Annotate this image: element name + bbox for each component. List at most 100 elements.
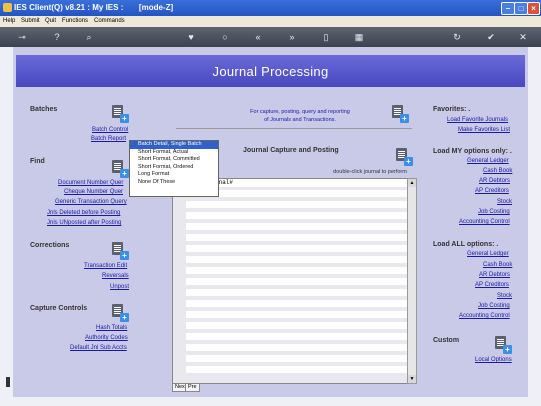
page-title: Journal Processing — [212, 64, 329, 79]
close-button[interactable]: × — [527, 2, 540, 15]
capture-title: Capture Controls — [30, 305, 88, 312]
my-link-6[interactable]: Job Costing — [478, 209, 510, 215]
table-row[interactable] — [186, 333, 408, 340]
circle-icon[interactable]: ○ — [218, 31, 232, 43]
check-icon[interactable]: ✔ — [484, 31, 498, 43]
menu-functions[interactable]: Functions — [62, 18, 88, 24]
dropdown-item[interactable]: None Of These — [130, 179, 218, 187]
search-icon[interactable]: ⌕ — [82, 31, 96, 43]
minimize-button[interactable]: – — [501, 2, 515, 15]
table-row[interactable] — [186, 190, 408, 197]
favorites-title: Favorites: . — [433, 106, 471, 113]
all-link-5[interactable]: Stock — [497, 293, 512, 299]
batches-icon[interactable]: + — [112, 105, 129, 123]
menu-commands[interactable]: Commands — [94, 18, 125, 24]
table-row[interactable] — [186, 223, 408, 230]
all-link-4[interactable]: AP Creditors — [475, 282, 509, 288]
menu-help[interactable]: Help — [3, 18, 15, 24]
favorites-link-1[interactable]: Load Favorite Journals — [447, 117, 508, 123]
close-icon[interactable]: ✕ — [516, 31, 530, 43]
table-row[interactable] — [186, 311, 408, 318]
batch-report-link[interactable]: Batch Report — [91, 136, 126, 142]
find-link-1[interactable]: Document Number Quer — [58, 180, 123, 186]
document-icon[interactable]: ▯ — [319, 31, 333, 43]
my-link-2[interactable]: Cash Book — [483, 168, 512, 174]
info-icon[interactable]: + — [392, 105, 409, 123]
title-bar: IES Client(Q) v8.21 : My IES : [mode-Z] … — [0, 0, 541, 16]
table-row[interactable] — [186, 212, 408, 219]
corrections-title: Corrections — [30, 242, 70, 249]
grid-icon[interactable]: ▦ — [352, 31, 366, 43]
table-row[interactable] — [186, 300, 408, 307]
all-link-2[interactable]: Cash Book — [483, 262, 512, 268]
find-link-5[interactable]: Jnls UNposted after Posting — [47, 220, 121, 226]
capture-icon[interactable]: + — [112, 304, 129, 322]
table-row[interactable] — [186, 322, 408, 329]
all-link-6[interactable]: Job Costing — [478, 303, 510, 309]
table-row[interactable] — [186, 245, 408, 252]
prev-page-button[interactable]: Pre — [185, 383, 200, 392]
batch-report-dropdown[interactable]: Batch Detail, Single Batch Short Format,… — [129, 140, 219, 197]
table-row[interactable] — [186, 278, 408, 285]
corrections-link-2[interactable]: Reversals — [102, 273, 129, 279]
info-line-2: of Journals and Transactions. — [264, 117, 336, 123]
table-row[interactable] — [186, 366, 408, 373]
find-icon[interactable]: + — [112, 160, 129, 178]
custom-icon[interactable]: + — [495, 336, 512, 354]
all-link-1[interactable]: General Ledger — [467, 251, 509, 257]
table-row[interactable] — [186, 355, 408, 362]
scroll-down-icon[interactable]: ▼ — [408, 375, 416, 383]
menu-submit[interactable]: Submit — [21, 18, 40, 24]
corrections-link-3[interactable]: Unpost — [110, 284, 129, 290]
find-link-2[interactable]: Cheque Number Quer — [64, 189, 123, 195]
info-line-1: For capture, posting, query and reportin… — [250, 109, 350, 115]
my-link-5[interactable]: Stock — [497, 199, 512, 205]
batch-control-link[interactable]: Batch Control — [92, 127, 128, 133]
my-link-7[interactable]: Accounting Control — [459, 219, 510, 225]
rewind-icon[interactable]: « — [251, 31, 265, 43]
table-row[interactable] — [186, 289, 408, 296]
table-row[interactable] — [186, 256, 408, 263]
dropdown-item[interactable]: Short Format, Actual — [130, 149, 218, 157]
menu-quit[interactable]: Quit — [45, 18, 56, 24]
capture-link-2[interactable]: Authority Codes — [85, 335, 128, 341]
custom-link-1[interactable]: Local Options — [475, 357, 512, 363]
grid-hint: double-click journal to perform — [333, 169, 407, 175]
refresh-icon[interactable]: ↻ — [450, 31, 464, 43]
menu-bar: Help Submit Quit Functions Commands — [0, 16, 541, 27]
fastforward-icon[interactable]: » — [285, 31, 299, 43]
maximize-button[interactable]: □ — [514, 2, 528, 15]
batches-title: Batches — [30, 106, 58, 113]
custom-title: Custom — [433, 337, 460, 344]
scroll-up-icon[interactable]: ▲ — [408, 179, 416, 187]
capture-posting-title: Journal Capture and Posting — [243, 147, 339, 154]
corrections-icon[interactable]: + — [112, 242, 129, 260]
table-row[interactable] — [186, 201, 408, 208]
favorites-link-2[interactable]: Make Favorites List — [458, 127, 510, 133]
table-row[interactable] — [186, 234, 408, 241]
find-link-4[interactable]: Jnls Deleted before Posting — [47, 210, 120, 216]
dropdown-item[interactable]: Long Format — [130, 171, 218, 179]
find-link-3[interactable]: Generic Transaction Query — [55, 199, 127, 205]
table-row[interactable] — [186, 344, 408, 351]
table-row[interactable] — [186, 267, 408, 274]
help-icon[interactable]: ? — [50, 31, 64, 43]
center-divider — [176, 128, 412, 129]
status-indicator — [6, 377, 10, 387]
key-icon[interactable]: ⊸ — [12, 31, 32, 43]
capture-link-1[interactable]: Hash Totals — [96, 325, 127, 331]
my-link-3[interactable]: AR Debtors — [479, 178, 510, 184]
all-link-3[interactable]: AR Debtors — [479, 272, 510, 278]
grid-scrollbar[interactable]: ▲ ▼ — [407, 178, 417, 384]
all-link-7[interactable]: Accounting Control — [459, 313, 510, 319]
my-link-4[interactable]: AP Creditors — [475, 188, 509, 194]
dropdown-item[interactable]: Batch Detail, Single Batch — [130, 141, 218, 149]
heart-icon[interactable]: ♥ — [184, 31, 198, 43]
dropdown-item[interactable]: Short Format, Committed — [130, 156, 218, 164]
dropdown-item[interactable]: Short Format, Ordered — [130, 164, 218, 172]
capture-posting-icon[interactable]: + — [396, 148, 413, 166]
my-link-1[interactable]: General Ledger — [467, 158, 509, 164]
app-window: IES Client(Q) v8.21 : My IES : [mode-Z] … — [0, 0, 541, 406]
corrections-link-1[interactable]: Transaction Edit — [84, 263, 127, 269]
capture-link-3[interactable]: Default Jnl Sub Accts — [70, 345, 127, 351]
